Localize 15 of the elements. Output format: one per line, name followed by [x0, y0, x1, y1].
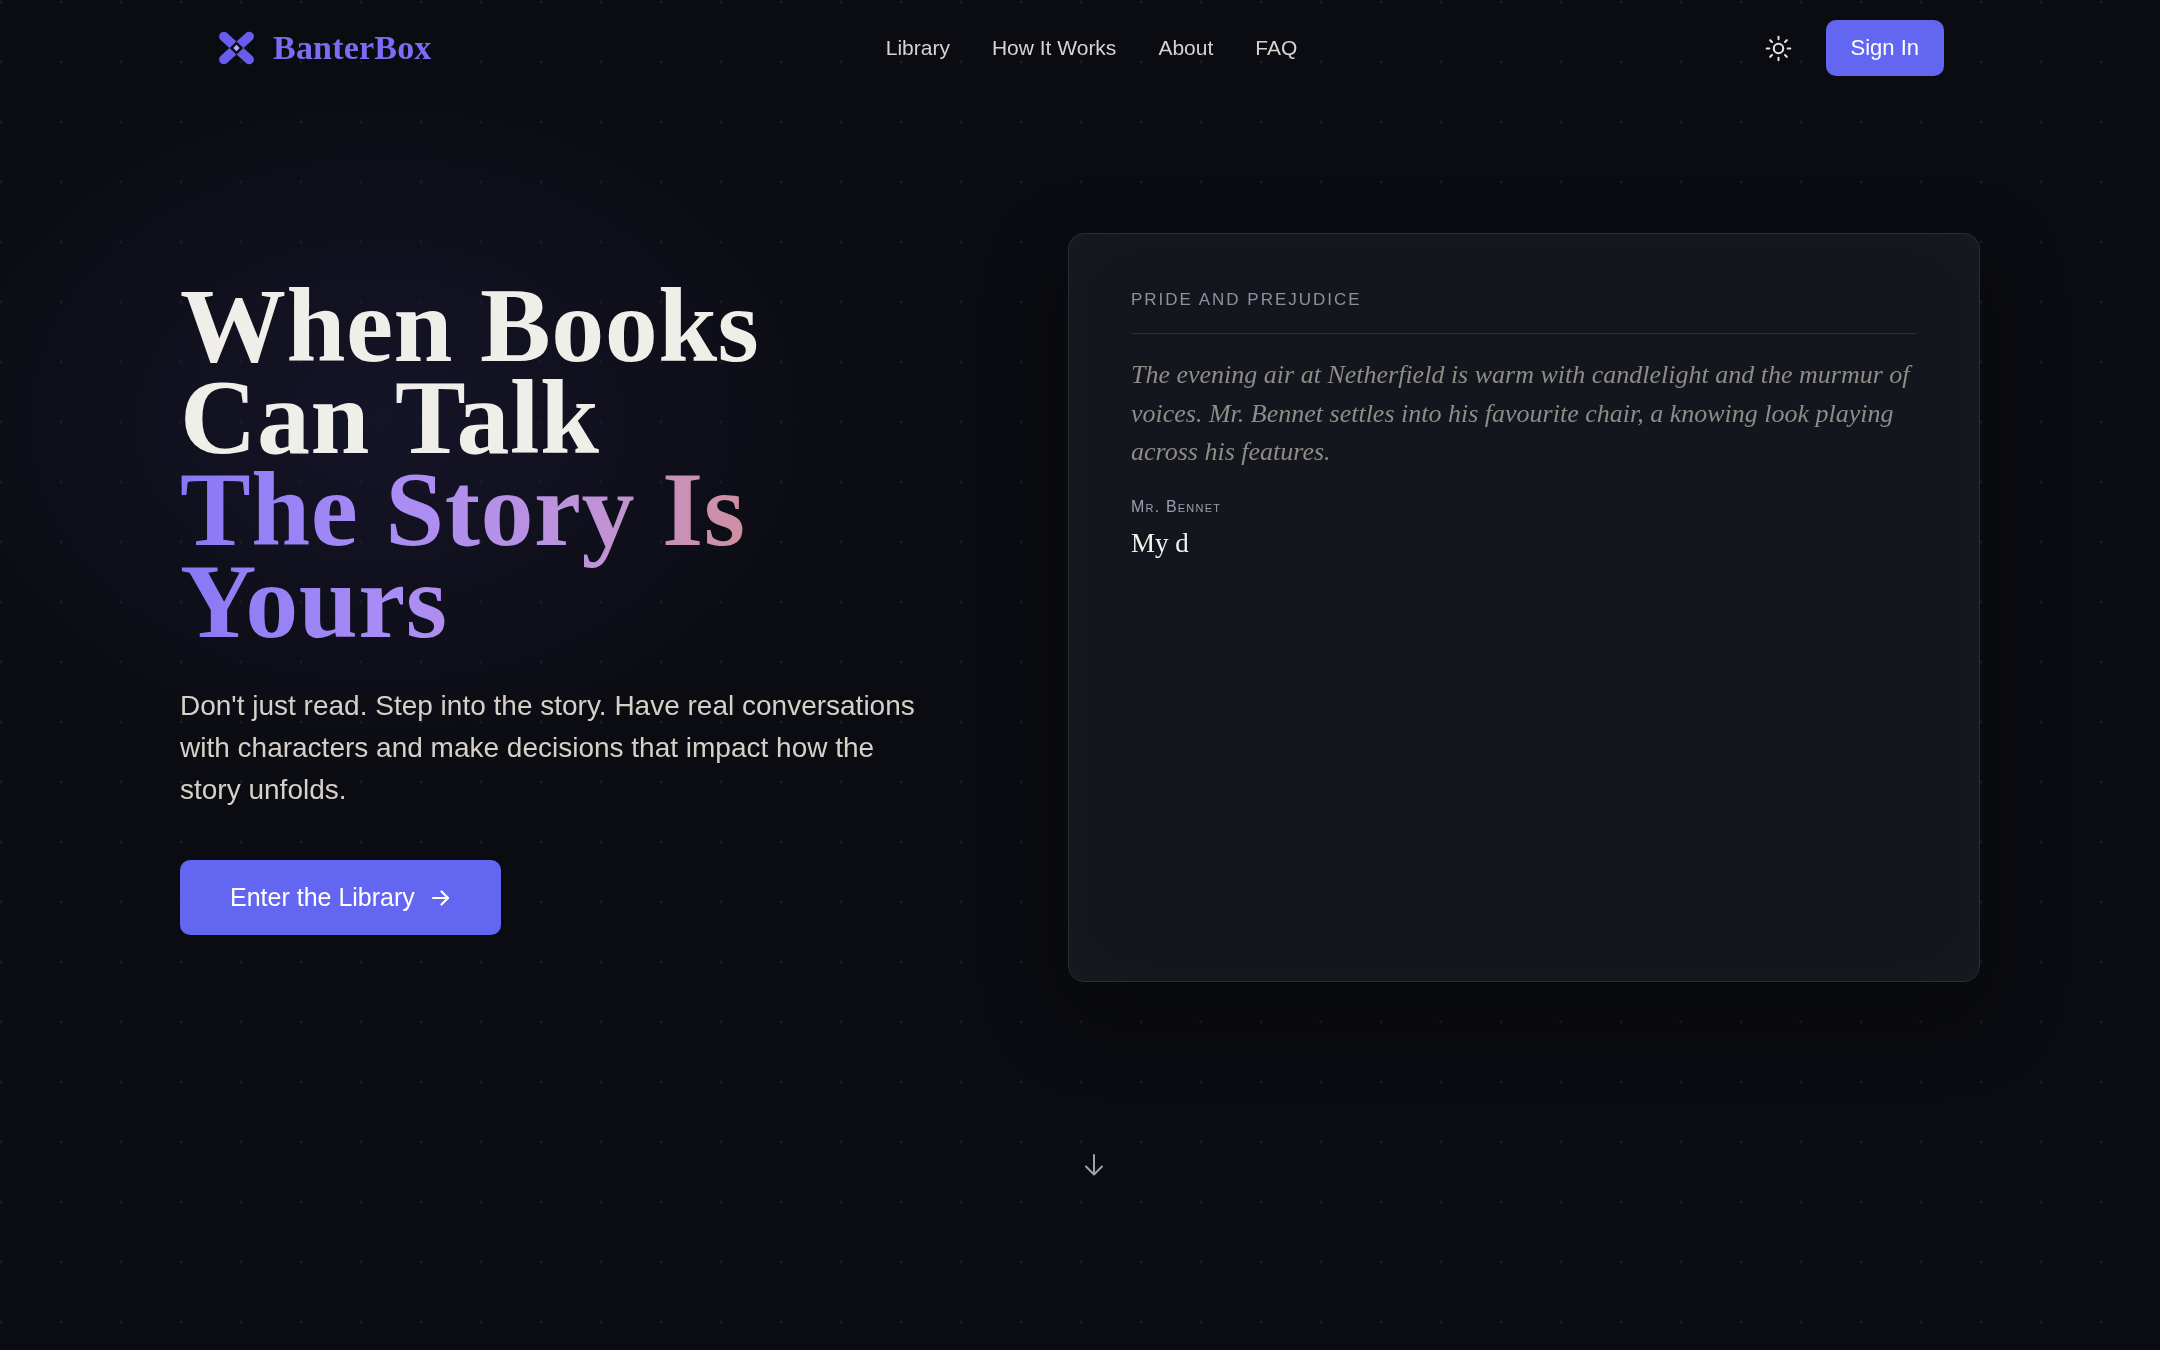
nav-link[interactable]: Library	[885, 36, 950, 60]
enter-library-button[interactable]: Enter the Library	[180, 860, 501, 935]
narration-text: The evening air at Netherfield is warm with candlelight and the murmur of voices. Mr. Bennet settles into his favourite chair, a knowing look playing across his features.	[1131, 356, 1917, 472]
sun-icon[interactable]	[1764, 34, 1792, 62]
nav-link[interactable]: FAQ	[1255, 36, 1298, 60]
hero-subtitle: Don't just read. Step into the story. Have real conversations with characters and make decisions that impact how the story unfolds.	[180, 689, 916, 807]
brand-name[interactable]: BanterBox	[273, 29, 432, 67]
dialogue-text: My d	[1131, 526, 1190, 560]
sign-in-button[interactable]: Sign In	[1825, 20, 1944, 76]
book-title: PRIDE AND PREJUDICE	[1131, 289, 1363, 311]
down-arrow-icon[interactable]	[1083, 1153, 1105, 1177]
nav-link[interactable]: How It Works	[991, 36, 1117, 60]
nav-link[interactable]: About	[1158, 36, 1214, 60]
speaker-name: Mr. Bennet	[1131, 496, 1223, 517]
arrow-right-icon	[430, 888, 451, 907]
